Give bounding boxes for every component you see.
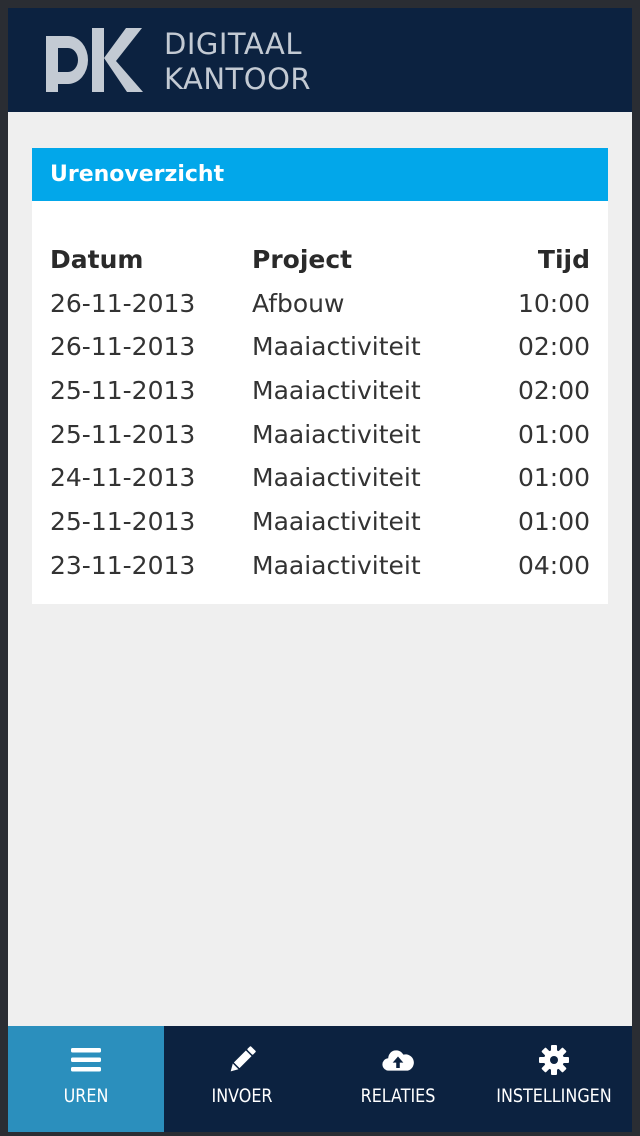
table-row[interactable]: 25-11-2013 Maaiactiviteit 01:00	[50, 413, 590, 457]
table-row[interactable]: 25-11-2013 Maaiactiviteit 02:00	[50, 369, 590, 413]
row-date: 23-11-2013	[50, 550, 196, 580]
app-screen: DIGITAAL KANTOOR Urenoverzicht Datum Pro…	[8, 8, 632, 1132]
row-date: 25-11-2013	[50, 419, 196, 449]
row-time: 04:00	[517, 550, 590, 580]
row-project: Maaiactiviteit	[252, 507, 421, 537]
row-date: 26-11-2013	[50, 332, 196, 362]
row-project: Maaiactiviteit	[252, 419, 421, 449]
gear-icon	[539, 1045, 569, 1075]
row-project: Maaiactiviteit	[252, 463, 421, 493]
cloud-upload-icon	[382, 1050, 414, 1071]
hours-table: Datum Project Tijd 26-11-2013 Afbouw 10:…	[50, 238, 590, 588]
tab-label-uren: UREN	[63, 1085, 109, 1107]
pencil-icon	[230, 1046, 256, 1072]
row-project: Maaiactiviteit	[252, 376, 421, 406]
table-row[interactable]: 26-11-2013 Afbouw 10:00	[50, 282, 590, 326]
row-time: 02:00	[517, 376, 590, 406]
bottom-tab-bar: UREN INVOER RELATIES INSTELLINGEN	[8, 1026, 632, 1132]
row-date: 26-11-2013	[50, 288, 196, 318]
card-header: Urenoverzicht	[32, 148, 608, 201]
card-title: Urenoverzicht	[50, 162, 225, 187]
brand-name: DIGITAAL KANTOOR	[164, 27, 311, 97]
tab-instellingen[interactable]: INSTELLINGEN	[476, 1026, 632, 1132]
table-row[interactable]: 24-11-2013 Maaiactiviteit 01:00	[50, 456, 590, 500]
hours-overview-card: Urenoverzicht Datum Project Tijd 26-11-2…	[32, 148, 608, 604]
dk-logo-icon	[46, 28, 143, 92]
row-time: 10:00	[517, 288, 590, 318]
tab-relaties[interactable]: RELATIES	[320, 1026, 476, 1132]
row-date: 24-11-2013	[50, 463, 196, 493]
row-time: 02:00	[517, 332, 590, 362]
row-date: 25-11-2013	[50, 376, 196, 406]
tab-label-instellingen: INSTELLINGEN	[496, 1085, 612, 1107]
column-header-project: Project	[252, 245, 353, 274]
column-header-time: Tijd	[537, 245, 590, 274]
row-project: Maaiactiviteit	[252, 550, 421, 580]
row-time: 01:00	[517, 507, 590, 537]
menu-icon	[71, 1048, 101, 1072]
tab-label-relaties: RELATIES	[360, 1085, 436, 1107]
tab-uren[interactable]: UREN	[8, 1026, 164, 1132]
brand-line-2: KANTOOR	[164, 62, 312, 96]
row-time: 01:00	[517, 419, 590, 449]
row-project: Maaiactiviteit	[252, 332, 421, 362]
table-row[interactable]: 26-11-2013 Maaiactiviteit 02:00	[50, 325, 590, 369]
table-row[interactable]: 23-11-2013 Maaiactiviteit 04:00	[50, 544, 590, 588]
brand-line-1: DIGITAAL	[164, 27, 303, 61]
row-time: 01:00	[517, 463, 590, 493]
row-project: Afbouw	[252, 288, 345, 318]
tab-invoer[interactable]: INVOER	[164, 1026, 320, 1132]
tab-label-invoer: INVOER	[211, 1085, 273, 1107]
app-header: DIGITAAL KANTOOR	[8, 8, 632, 112]
column-header-date: Datum	[50, 245, 144, 274]
table-row[interactable]: 25-11-2013 Maaiactiviteit 01:00	[50, 500, 590, 544]
row-date: 25-11-2013	[50, 507, 196, 537]
table-header-row: Datum Project Tijd	[50, 238, 590, 282]
